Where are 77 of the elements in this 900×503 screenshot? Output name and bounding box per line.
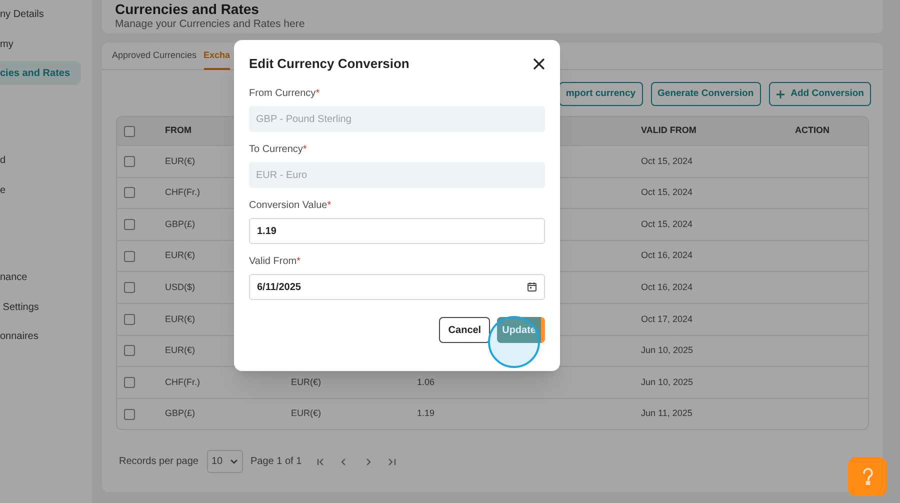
dialog-title: Edit Currency Conversion [249, 55, 410, 74]
checkbox[interactable] [124, 156, 135, 167]
close-button[interactable] [533, 58, 545, 70]
field-label: Valid From* [249, 255, 302, 268]
checkbox[interactable] [124, 408, 135, 420]
table-cell-text: CHF(Fr.) [165, 376, 200, 389]
date-field[interactable]: 6/11/2025 [249, 274, 545, 300]
toolbar-button[interactable]: Add Conversion [768, 82, 871, 106]
table-cell-text: EUR(€) [165, 312, 196, 326]
checkbox[interactable] [124, 314, 135, 325]
required-mark: * [327, 200, 332, 211]
checkbox[interactable] [124, 345, 135, 356]
table-cell-text: Oct 15, 2024 [641, 154, 693, 168]
first-page-button[interactable] [316, 456, 326, 467]
checkbox[interactable] [124, 250, 135, 262]
required-mark: * [316, 88, 320, 99]
first-page-icon [316, 458, 324, 466]
checkbox[interactable] [124, 218, 135, 230]
table-cell-text: GBP(£) [165, 407, 196, 420]
page-size-select[interactable]: 10 [206, 450, 242, 474]
page-subtitle: Manage your Currencies and Rates here [115, 18, 306, 31]
table-cell-text: Oct 17, 2024 [641, 312, 693, 326]
table-cell-text: USD($) [165, 280, 196, 294]
column-header: VALID FROM [641, 124, 696, 138]
field-label: From Currency* [249, 87, 321, 100]
input-field[interactable]: 1.19 [249, 218, 545, 244]
sidebar-item[interactable]: d [0, 148, 81, 172]
table-cell-text: Jun 10, 2025 [641, 344, 694, 358]
click-highlight [488, 316, 540, 368]
last-page-button[interactable] [388, 456, 398, 467]
table-cell-text: CHF(Fr.) [165, 186, 200, 200]
table-cell-text: EUR(€) [165, 154, 196, 168]
checkbox[interactable] [124, 376, 135, 388]
cancel-button[interactable]: Cancel [439, 317, 490, 343]
table-cell-text: EUR(€) [291, 407, 322, 420]
field-label: To Currency* [249, 143, 308, 156]
page-indicator: Page 1 of 1 [250, 455, 302, 470]
table-cell-text: 1.19 [417, 407, 435, 420]
chevron-down-icon [230, 459, 238, 464]
sidebar-item[interactable]: ny Details [0, 2, 81, 26]
table-cell-text: Jun 11, 2025 [641, 407, 692, 420]
sidebar-item[interactable]: onnaires [0, 324, 81, 348]
previous-page-icon [340, 458, 348, 466]
table-cell-text: Oct 16, 2024 [641, 280, 693, 294]
table-cell-text: GBP(£) [165, 218, 196, 231]
table-cell-text: 1.06 [417, 376, 435, 389]
required-mark: * [302, 144, 307, 155]
toolbar-button[interactable]: mport currency [558, 82, 643, 106]
table-cell-text: Oct 16, 2024 [641, 249, 693, 262]
records-label: Records per page [119, 455, 198, 470]
field-label: Conversion Value* [249, 199, 332, 212]
sidebar-item[interactable]: my [0, 32, 81, 56]
table-cell-text: EUR(€) [165, 249, 196, 262]
checkbox[interactable] [124, 126, 135, 136]
table-cell-text: Jun 10, 2025 [641, 376, 694, 389]
toolbar-button[interactable]: Generate Conversion [650, 82, 761, 106]
checkbox[interactable] [124, 187, 135, 198]
tab[interactable]: Approved Currencies [112, 43, 197, 70]
table-cell-text: EUR(€) [165, 344, 196, 358]
last-page-icon [388, 458, 396, 466]
sidebar-item[interactable]: e [0, 178, 81, 202]
table-cell-text: Oct 15, 2024 [641, 186, 693, 200]
next-page-icon [364, 458, 372, 466]
column-header: FROM [165, 124, 192, 138]
close-icon [533, 58, 545, 70]
help-button[interactable] [848, 457, 887, 496]
sidebar-item[interactable]: nance [0, 265, 81, 289]
page-title: Currencies and Rates [115, 1, 260, 17]
sidebar-item[interactable]: Settings [0, 295, 81, 319]
question-bulb-icon [862, 468, 874, 486]
column-header: ACTION [795, 124, 830, 138]
table-cell-text: EUR(€) [291, 376, 322, 389]
checkbox[interactable] [124, 282, 135, 294]
required-mark: * [296, 256, 301, 267]
table-cell-text: Oct 15, 2024 [641, 218, 693, 231]
calendar-icon [527, 282, 537, 292]
plus-icon [776, 90, 785, 98]
